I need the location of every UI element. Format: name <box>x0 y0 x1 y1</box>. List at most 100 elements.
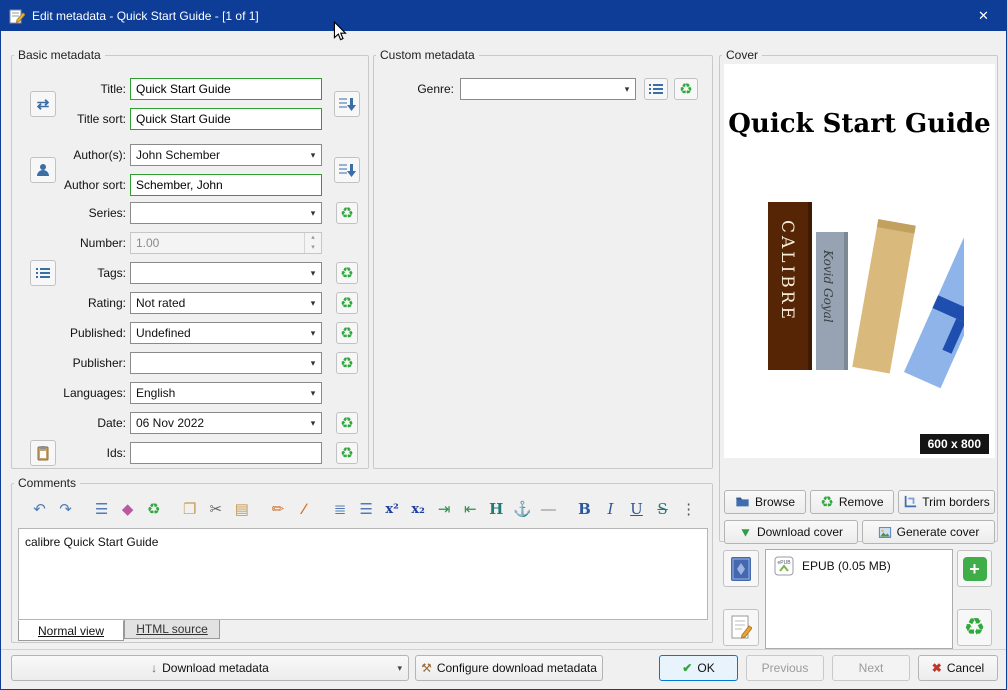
tags-combo[interactable]: ▾ <box>130 262 322 284</box>
comments-editor[interactable]: calibre Quick Start Guide <box>18 528 708 620</box>
indent-more-icon[interactable]: ⇥ <box>433 497 456 521</box>
spin-up-icon[interactable]: ▴ <box>305 233 321 243</box>
date-clear-button[interactable]: ♻ <box>336 412 358 434</box>
clear-formatting-icon[interactable]: ♻ <box>142 497 165 521</box>
remove-cover-button[interactable]: ♻ Remove <box>810 490 894 514</box>
authors-editor-button[interactable] <box>30 157 56 183</box>
set-cover-from-format-button[interactable] <box>723 550 759 587</box>
download-metadata-button[interactable]: ↓ Download metadata ▾ <box>11 655 409 681</box>
add-format-button[interactable]: + <box>957 550 992 587</box>
genre-clear-button[interactable]: ♻ <box>674 78 698 100</box>
epub-format-icon: ePUB <box>774 556 794 576</box>
select-all-icon[interactable]: ☰ <box>90 497 113 521</box>
italic-icon[interactable]: I <box>599 497 622 521</box>
formats-list[interactable]: ePUB EPUB (0.05 MB) <box>765 549 953 649</box>
subscript-icon[interactable]: x₂ <box>407 497 430 521</box>
date-combo[interactable]: 06 Nov 2022 ▾ <box>130 412 322 434</box>
edit-metadata-from-format-button[interactable] <box>723 609 759 646</box>
series-combo[interactable]: ▾ <box>130 202 322 224</box>
remove-format-button[interactable]: ♻ <box>957 609 992 646</box>
ordered-list-icon[interactable]: ≣ <box>328 497 351 521</box>
cover-group: Cover Quick Start Guide CALIBRE Kovid Go… <box>719 55 998 542</box>
languages-row: Languages: English ▾ <box>28 382 354 404</box>
folder-icon <box>735 495 750 509</box>
genre-edit-list-button[interactable] <box>644 78 668 100</box>
horizontal-rule-icon[interactable]: — <box>537 497 560 521</box>
ids-input[interactable] <box>130 442 322 464</box>
authors-combo[interactable]: John Schember ▾ <box>130 144 322 166</box>
remove-formatting-icon[interactable]: ◆ <box>116 497 139 521</box>
recycle-icon: ♻ <box>340 206 353 221</box>
next-button[interactable]: Next <box>832 655 910 681</box>
unordered-list-icon[interactable]: ☰ <box>355 497 378 521</box>
ok-button[interactable]: ✔ OK <box>659 655 738 681</box>
undo-icon[interactable]: ↶ <box>28 497 51 521</box>
superscript-icon[interactable]: x² <box>381 497 404 521</box>
ids-clear-button[interactable]: ♻ <box>336 442 358 464</box>
tags-editor-button[interactable] <box>30 260 56 286</box>
book-cover-icon <box>730 556 752 582</box>
published-clear-button[interactable]: ♻ <box>336 322 358 344</box>
auto-author-sort-button[interactable] <box>334 157 360 183</box>
author-sort-input[interactable] <box>130 174 322 196</box>
format-row-epub[interactable]: ePUB EPUB (0.05 MB) <box>766 550 952 582</box>
publisher-label: Publisher: <box>28 352 126 374</box>
auto-title-sort-button[interactable] <box>334 91 360 117</box>
clean-text-icon[interactable]: ∕ <box>292 497 315 521</box>
tab-html-source[interactable]: HTML source <box>124 620 220 639</box>
tags-clear-button[interactable]: ♻ <box>336 262 358 284</box>
paste-icon[interactable]: ▤ <box>230 497 253 521</box>
indent-less-icon[interactable]: ⇤ <box>459 497 482 521</box>
spinner-arrows[interactable]: ▴ ▾ <box>304 233 321 253</box>
title-row: Title: <box>28 78 354 100</box>
title-sort-input[interactable] <box>130 108 322 130</box>
underline-icon[interactable]: U <box>625 497 648 521</box>
genre-combo[interactable]: ▾ <box>460 78 636 100</box>
previous-button[interactable]: Previous <box>746 655 824 681</box>
paste-identifier-button[interactable] <box>30 440 56 466</box>
cancel-button[interactable]: ✖ Cancel <box>918 655 998 681</box>
languages-combo[interactable]: English ▾ <box>130 382 322 404</box>
browse-cover-button[interactable]: Browse <box>724 490 806 514</box>
authors-value: John Schember <box>131 148 305 162</box>
title-input[interactable] <box>130 78 322 100</box>
menu-arrow-icon[interactable]: ▾ <box>397 663 402 674</box>
date-label: Date: <box>28 412 126 434</box>
number-spinner[interactable]: 1.00 ▴ ▾ <box>130 232 322 254</box>
generate-cover-button[interactable]: Generate cover <box>862 520 995 544</box>
tab-normal-view[interactable]: Normal view <box>18 620 124 641</box>
smarten-punctuation-icon[interactable]: ✏ <box>266 497 289 521</box>
published-label: Published: <box>28 322 126 344</box>
heading-icon[interactable]: H <box>485 497 508 521</box>
configure-download-metadata-button[interactable]: ⚒ Configure download metadata <box>415 655 603 681</box>
publisher-clear-button[interactable]: ♻ <box>336 352 358 374</box>
custom-metadata-group-title: Custom metadata <box>376 48 479 62</box>
green-down-arrow-icon <box>739 526 752 539</box>
trim-borders-button[interactable]: Trim borders <box>898 490 995 514</box>
swap-title-author-button[interactable]: ⇄ <box>30 91 56 117</box>
rating-combo[interactable]: Not rated ▾ <box>130 292 322 314</box>
close-button[interactable]: ✕ <box>961 1 1006 31</box>
series-clear-button[interactable]: ♻ <box>336 202 358 224</box>
basic-metadata-group: Basic metadata Title: Title sort: Author… <box>11 55 369 469</box>
cover-book-title: Quick Start Guide <box>724 109 995 139</box>
number-label: Number: <box>28 232 126 254</box>
copy-icon[interactable]: ❐ <box>178 497 201 521</box>
cover-image[interactable]: Quick Start Guide CALIBRE Kovid Goyal <box>724 64 995 458</box>
publisher-combo[interactable]: ▾ <box>130 352 322 374</box>
close-icon: ✕ <box>978 8 989 24</box>
spin-down-icon[interactable]: ▾ <box>305 243 321 253</box>
toolbar-overflow-icon[interactable]: ⋮ <box>677 497 700 521</box>
cut-icon[interactable]: ✂ <box>204 497 227 521</box>
redo-icon[interactable]: ↷ <box>54 497 77 521</box>
rating-clear-button[interactable]: ♻ <box>336 292 358 314</box>
comments-toolbar: ↶ ↷ ☰ ◆ ♻ ❐ ✂ ▤ ✏ ∕ ≣ ☰ x² x₂ ⇥ ⇤ H ⚓ — … <box>28 496 700 522</box>
download-metadata-label: Download metadata <box>162 661 269 675</box>
recycle-icon: ♻ <box>964 616 986 640</box>
bold-icon[interactable]: B <box>573 497 596 521</box>
strikethrough-icon[interactable]: S <box>651 497 674 521</box>
chevron-down-icon: ▾ <box>305 418 321 429</box>
insert-link-icon[interactable]: ⚓ <box>511 497 534 521</box>
download-cover-button[interactable]: Download cover <box>724 520 858 544</box>
published-combo[interactable]: Undefined ▾ <box>130 322 322 344</box>
